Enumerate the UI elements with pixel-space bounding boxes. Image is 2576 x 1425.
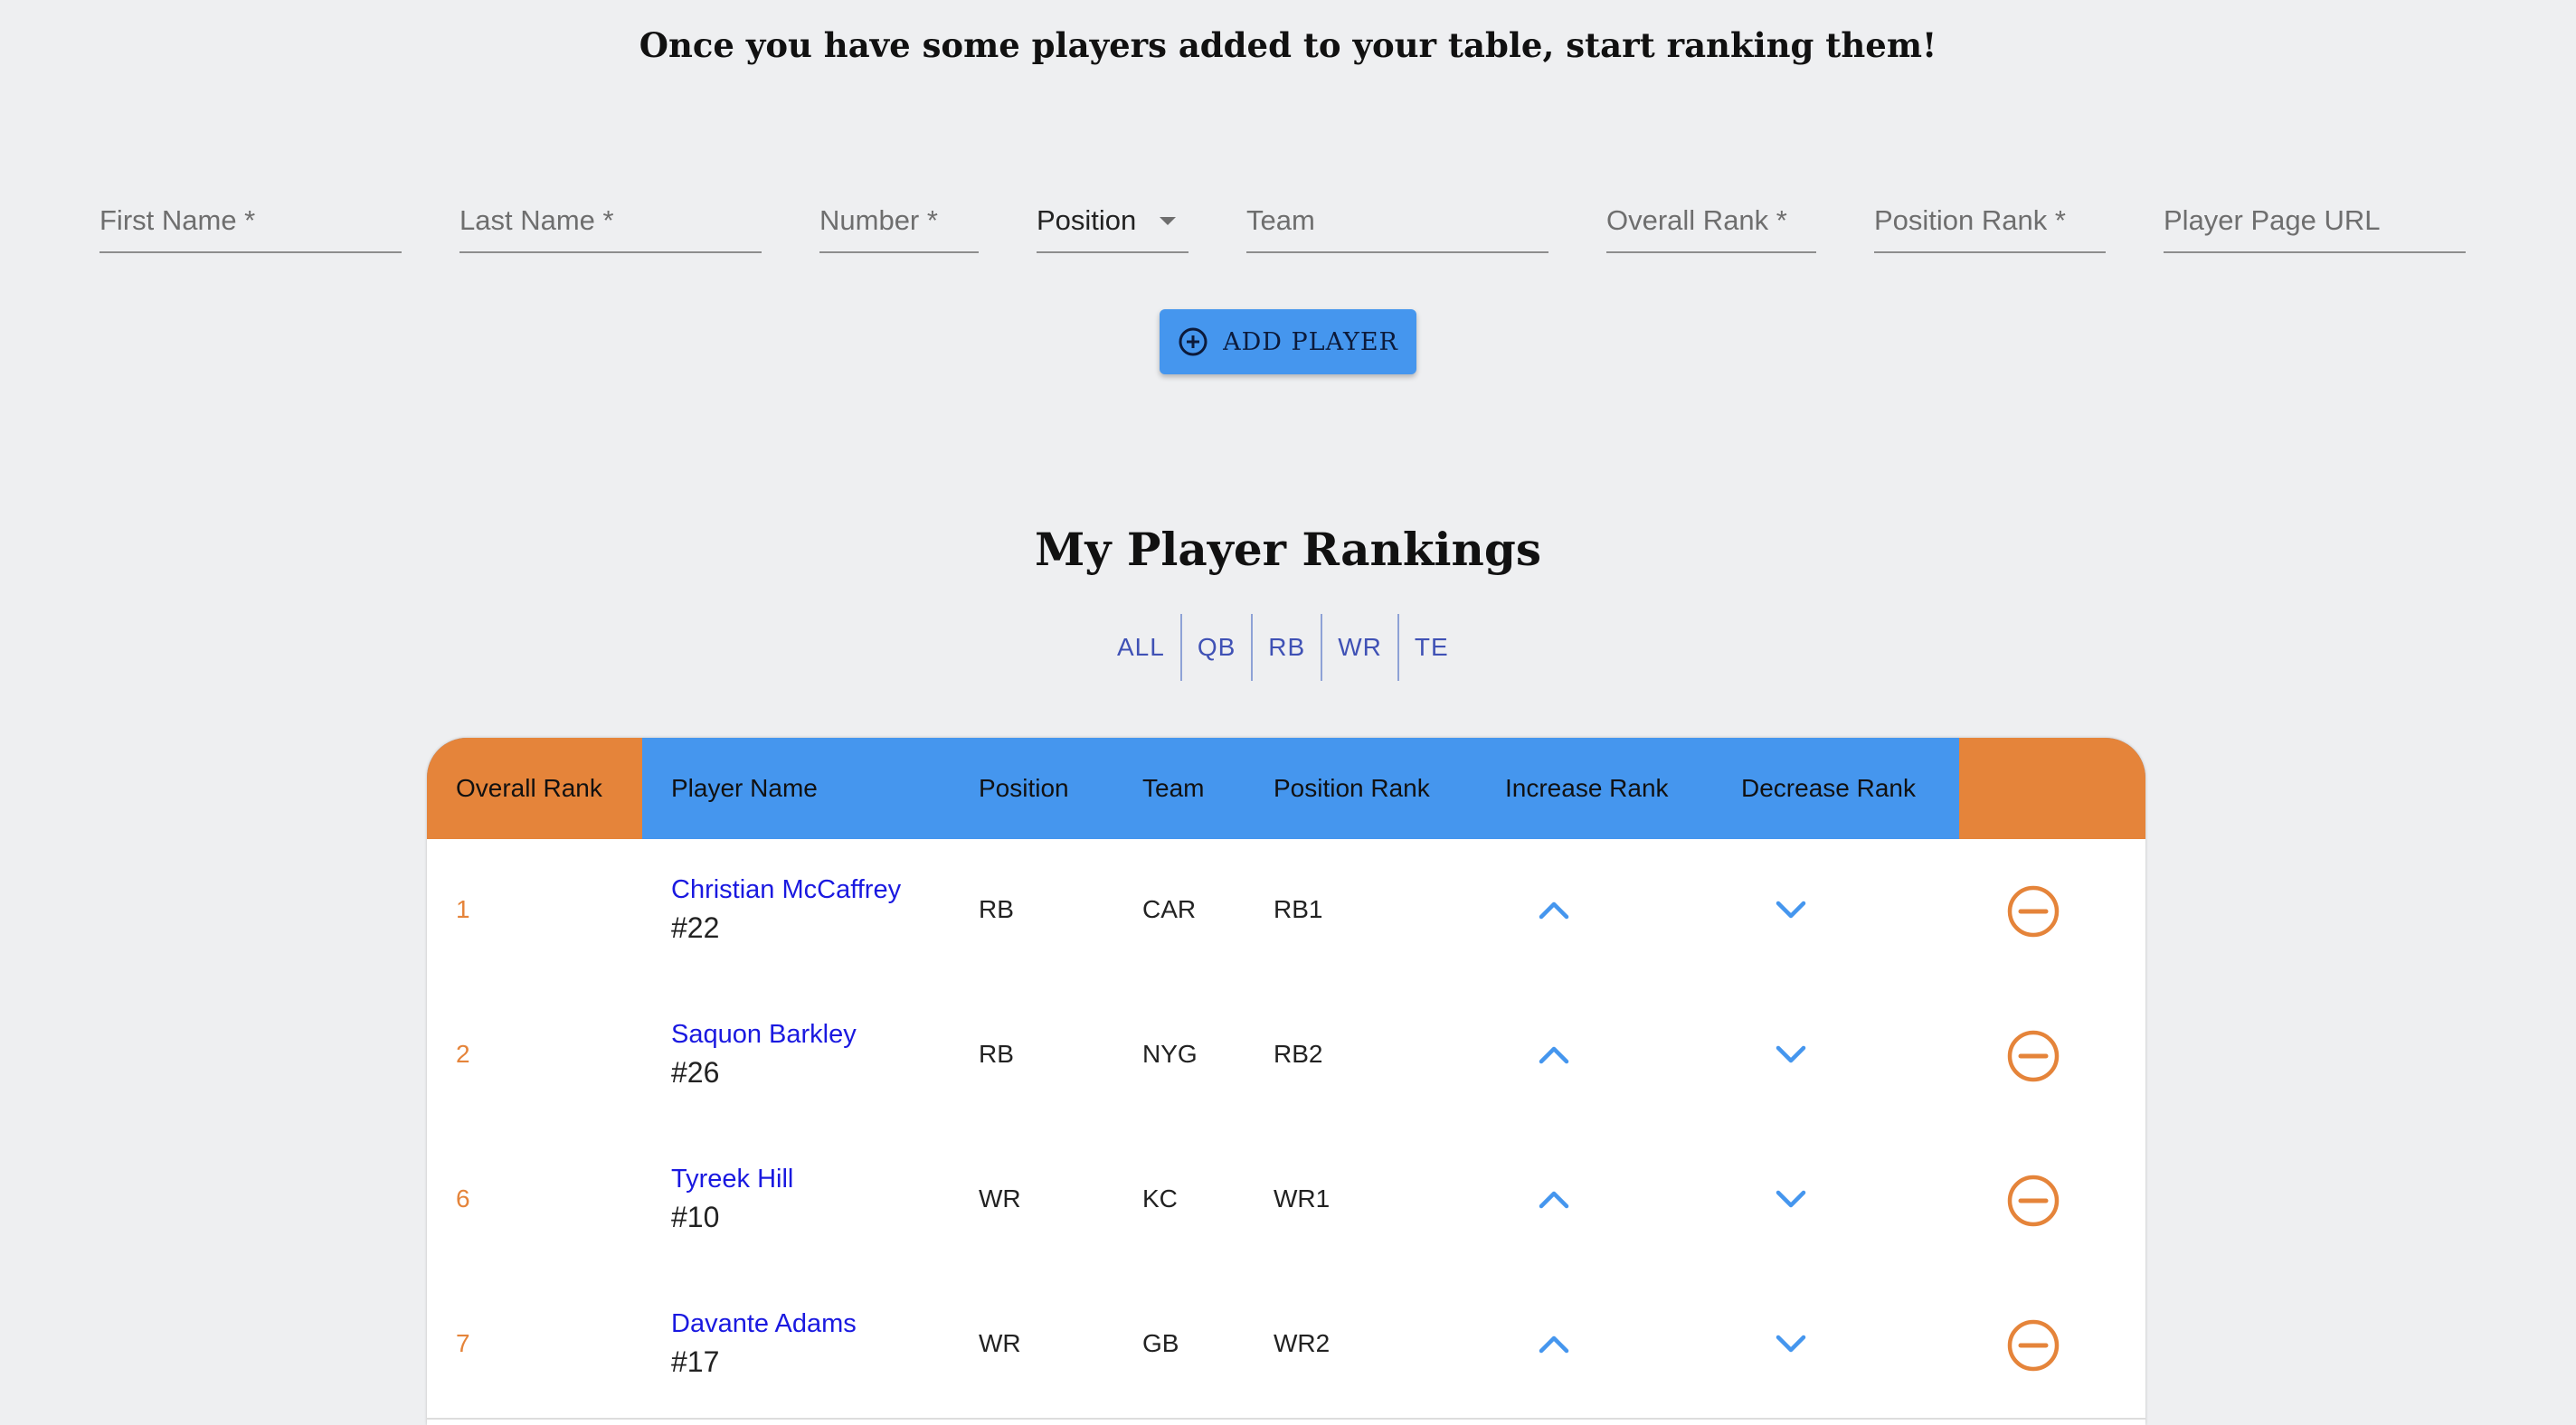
position-value: RB	[979, 895, 1014, 923]
minus-circle-icon[interactable]	[2006, 884, 2060, 939]
team-value: KC	[1142, 1184, 1178, 1213]
chevron-up-icon[interactable]	[1536, 892, 1572, 928]
last-name-label: Last Name *	[459, 204, 614, 236]
player-url-field[interactable]: Player Page URL	[2164, 177, 2466, 253]
chevron-down-icon[interactable]	[1773, 1036, 1809, 1072]
first-name-label: First Name *	[99, 204, 256, 236]
player-name-link[interactable]: Davante Adams	[671, 1309, 857, 1339]
table-row: 2 Saquon Barkley #26 RB NYG RB2	[427, 984, 2145, 1130]
filter-all[interactable]: ALL	[1102, 614, 1180, 681]
header-position: Position	[979, 774, 1069, 802]
position-rank-field[interactable]: Position Rank *	[1874, 177, 2106, 253]
position-select[interactable]: Position	[1037, 177, 1189, 253]
team-field[interactable]: Team	[1246, 177, 1548, 253]
add-player-label: ADD PLAYER	[1223, 327, 1398, 356]
position-rank-value: RB1	[1274, 895, 1323, 923]
header-remove-bg	[1959, 738, 2145, 839]
overall-rank-field[interactable]: Overall Rank *	[1606, 177, 1816, 253]
filter-rb[interactable]: RB	[1251, 614, 1321, 681]
header-position-rank: Position Rank	[1274, 774, 1430, 802]
chevron-up-icon[interactable]	[1536, 1036, 1572, 1072]
player-rankings-table: Overall Rank Player Name Position Team P…	[427, 738, 2145, 1425]
minus-circle-icon[interactable]	[2006, 1318, 2060, 1373]
rankings-title: My Player Rankings	[1035, 523, 1541, 576]
table-row: 7 Davante Adams #17 WR GB WR2	[427, 1273, 2145, 1420]
player-name-link[interactable]: Tyreek Hill	[671, 1165, 793, 1194]
header-team: Team	[1142, 774, 1205, 802]
position-rank-value: RB2	[1274, 1040, 1323, 1068]
header-decrease-rank: Decrease Rank	[1741, 774, 1916, 802]
position-value: RB	[979, 1040, 1014, 1068]
position-rank-value: WR1	[1274, 1184, 1331, 1213]
chevron-down-icon[interactable]	[1773, 892, 1809, 928]
overall-rank-value: 7	[456, 1329, 470, 1357]
last-name-field[interactable]: Last Name *	[459, 177, 762, 253]
position-select-label: Position	[1037, 204, 1137, 236]
filter-wr[interactable]: WR	[1321, 614, 1397, 681]
position-value: WR	[979, 1329, 1021, 1357]
player-name-link[interactable]: Christian McCaffrey	[671, 875, 901, 905]
player-number: #22	[671, 911, 720, 944]
add-player-button[interactable]: ADD PLAYER	[1160, 309, 1416, 374]
header-increase-rank: Increase Rank	[1505, 774, 1669, 802]
position-rank-label: Position Rank *	[1874, 204, 2066, 236]
overall-rank-label: Overall Rank *	[1606, 204, 1787, 236]
position-filter-bar: ALL QB RB WR TE	[1102, 613, 1464, 682]
player-url-label: Player Page URL	[2164, 204, 2381, 236]
plus-circle-icon	[1179, 327, 1208, 356]
header-player-name: Player Name	[671, 774, 818, 802]
chevron-down-icon[interactable]	[1773, 1181, 1809, 1217]
player-number: #10	[671, 1201, 720, 1233]
table-row: 6 Tyreek Hill #10 WR KC WR1	[427, 1128, 2145, 1275]
overall-rank-value: 2	[456, 1040, 470, 1068]
team-value: CAR	[1142, 895, 1197, 923]
position-value: WR	[979, 1184, 1021, 1213]
player-name-link[interactable]: Saquon Barkley	[671, 1020, 857, 1050]
filter-qb[interactable]: QB	[1179, 614, 1251, 681]
chevron-down-icon[interactable]	[1773, 1326, 1809, 1362]
player-number: #26	[671, 1056, 720, 1089]
team-label: Team	[1246, 204, 1315, 236]
overall-rank-value: 1	[456, 895, 470, 923]
team-value: GB	[1142, 1329, 1179, 1357]
dropdown-caret-icon	[1160, 217, 1176, 225]
table-row: 1 Christian McCaffrey #22 RB CAR RB1	[427, 839, 2145, 986]
intro-text: Once you have some players added to your…	[639, 25, 1937, 65]
chevron-up-icon[interactable]	[1536, 1181, 1572, 1217]
number-label: Number *	[819, 204, 938, 236]
header-overall-rank: Overall Rank	[456, 774, 602, 802]
overall-rank-value: 6	[456, 1184, 470, 1213]
number-field[interactable]: Number *	[819, 177, 979, 253]
minus-circle-icon[interactable]	[2006, 1029, 2060, 1083]
team-value: NYG	[1142, 1040, 1198, 1068]
filter-te[interactable]: TE	[1397, 614, 1464, 681]
position-rank-value: WR2	[1274, 1329, 1331, 1357]
first-name-field[interactable]: First Name *	[99, 177, 402, 253]
minus-circle-icon[interactable]	[2006, 1174, 2060, 1228]
player-number: #17	[671, 1345, 720, 1378]
chevron-up-icon[interactable]	[1536, 1326, 1572, 1362]
table-header: Overall Rank Player Name Position Team P…	[427, 738, 2145, 839]
